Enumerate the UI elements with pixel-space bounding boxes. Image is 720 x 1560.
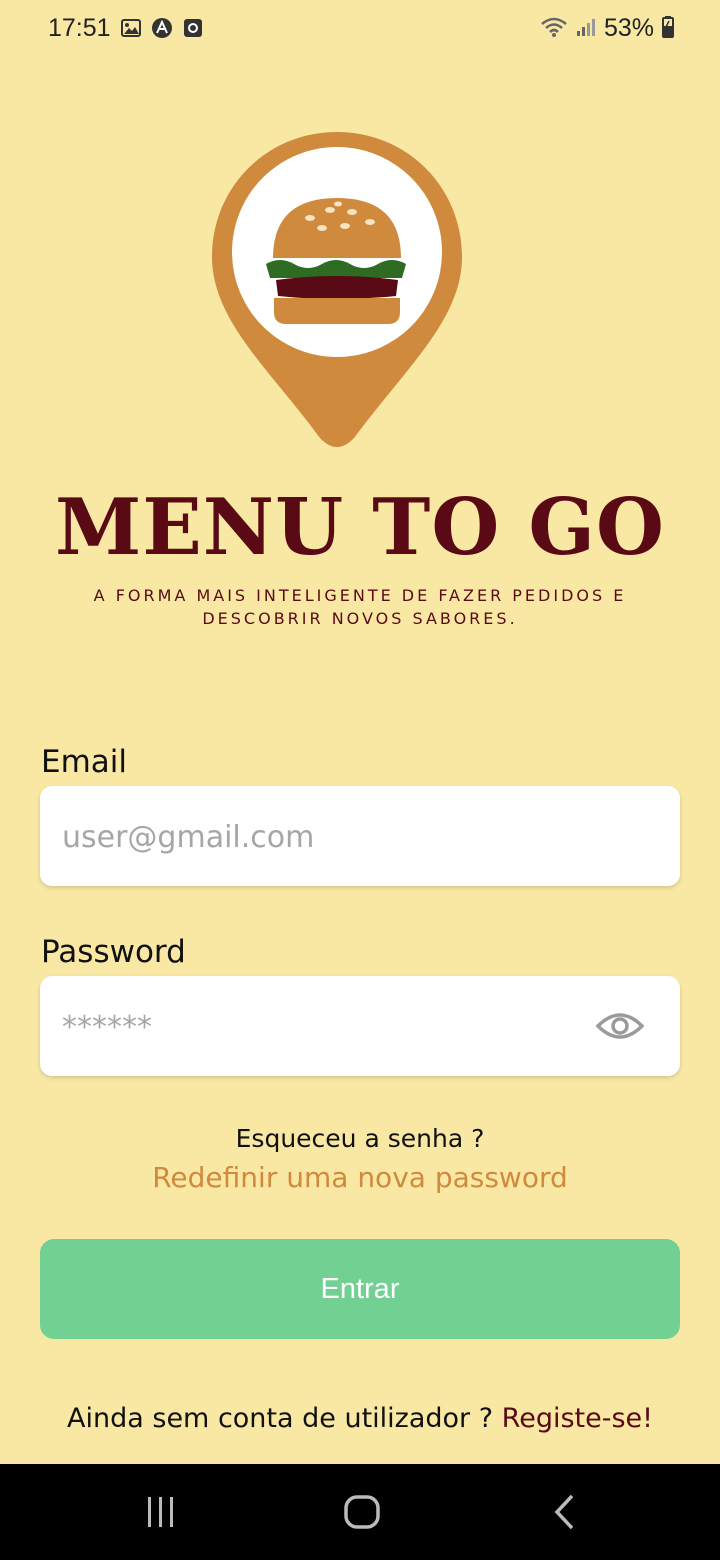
password-label: Password [41, 934, 186, 970]
reset-password-link[interactable]: Redefinir uma nova password [0, 1161, 720, 1194]
password-field-box [40, 976, 680, 1078]
status-time: 17:51 [48, 14, 111, 42]
recent-apps-icon[interactable] [131, 1486, 191, 1538]
eye-icon[interactable] [595, 1010, 645, 1042]
signup-link[interactable]: Registe-se! [502, 1403, 653, 1434]
status-right: 53% [540, 14, 674, 43]
email-label: Email [41, 744, 128, 780]
forgot-password-text: Esqueceu a senha ? [235, 1124, 485, 1153]
burger-pin-icon [210, 130, 464, 452]
signup-row: Ainda sem conta de utilizador ? Registe-… [0, 1403, 720, 1434]
email-field[interactable] [60, 786, 584, 888]
signup-prompt: Ainda sem conta de utilizador ? [67, 1403, 502, 1434]
app-a-icon [151, 17, 173, 39]
login-button[interactable]: Entrar [40, 1239, 680, 1339]
image-icon [120, 17, 142, 39]
battery-icon [662, 15, 674, 42]
tagline-line-2: DESCOBRIR NOVOS SABORES. [202, 609, 518, 628]
notification-icons [120, 17, 204, 39]
system-nav-bar [0, 1464, 720, 1560]
back-icon[interactable] [534, 1486, 594, 1538]
tagline-line-1: A FORMA MAIS INTELIGENTE DE FAZER PEDIDO… [93, 586, 627, 605]
app-title: MENU TO GO [55, 482, 665, 573]
status-bar: 17:51 53% [0, 0, 720, 60]
square-app-icon [182, 17, 204, 39]
password-field[interactable] [60, 976, 584, 1078]
battery-percent: 53% [603, 14, 654, 42]
email-field-box [40, 786, 680, 888]
wifi-icon [540, 16, 568, 42]
signal-icon [576, 17, 596, 41]
home-icon[interactable] [332, 1486, 392, 1538]
